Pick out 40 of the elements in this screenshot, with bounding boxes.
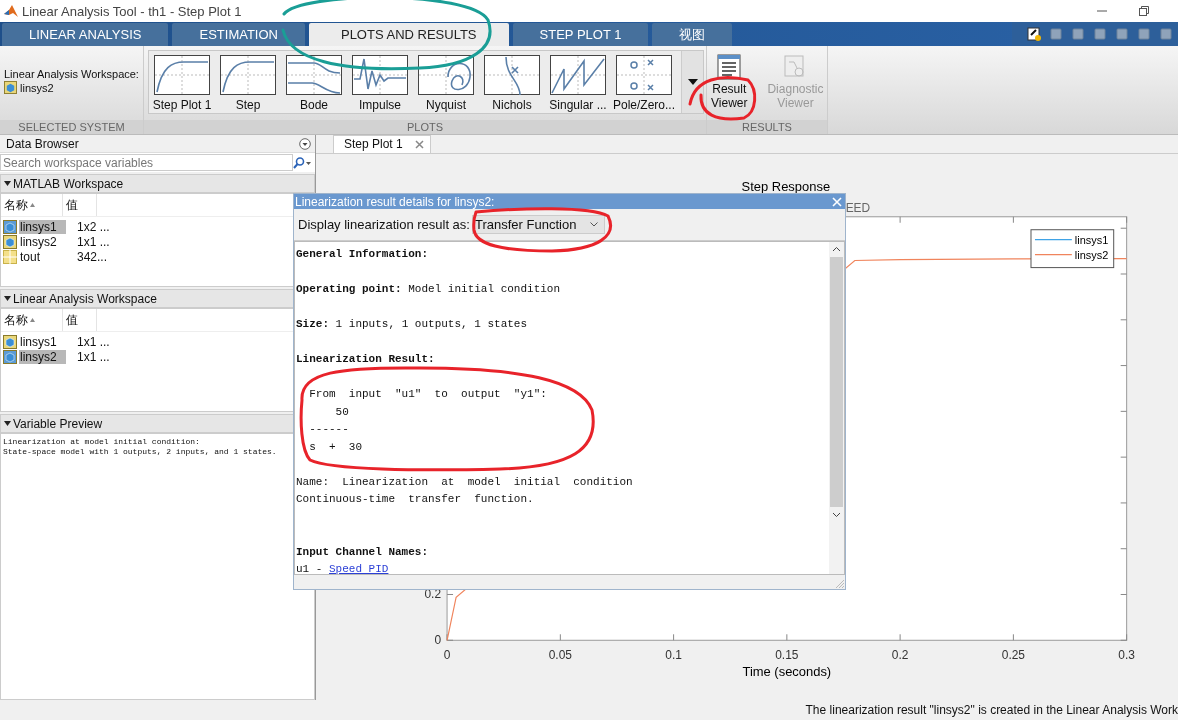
info-line: Size: 1 inputs, 1 outputs, 1 states [296, 318, 528, 330]
section-label: PLOTS [144, 120, 706, 134]
variable-value: 1x1 ... [77, 334, 110, 349]
legend-label: linsys2 [1074, 248, 1109, 261]
tick-label: 0.15 [775, 648, 799, 663]
variable-value: 1x1 ... [77, 349, 110, 364]
section-heading: Linearization Result: [296, 353, 435, 365]
selected-system: linsys2 [20, 81, 54, 94]
tick-label: 0.05 [548, 648, 572, 663]
display-label: Display linearization result as: [298, 217, 470, 232]
tick-label: 0 [443, 648, 451, 663]
dialog-title: Linearization result details for linsys2: [295, 194, 495, 209]
section-label: SELECTED SYSTEM [0, 120, 143, 134]
window-title: Linear Analysis Tool - th1 - Step Plot 1 [22, 3, 242, 19]
preview-text: Linearization at model initial condition: [3, 437, 201, 447]
legend-label: linsys1 [1074, 233, 1109, 246]
preview-text: State-space model with 1 outputs, 2 inputs, and 1 states. [3, 447, 278, 457]
tick-label: 0.2 [891, 648, 909, 663]
tick-label: 0 [434, 633, 442, 648]
status-message: The linearization result "linsys2" is created in the Linear Analysis Work [805, 703, 1178, 717]
axis-label: Time (seconds) [742, 664, 832, 680]
section-heading: Input Channel Names: [296, 545, 429, 558]
channel-line: u1 - Speed PID [296, 563, 389, 574]
axes-text: EED [845, 200, 871, 215]
variable-value: 342... [77, 249, 108, 264]
tick-label: 0.3 [1118, 648, 1135, 663]
result-text: Continuous-time transfer function. [296, 493, 534, 505]
variable-value: 1x1 ... [77, 234, 110, 249]
result-text: s + 30 [308, 440, 362, 453]
panel-title: Data Browser [6, 136, 79, 151]
workspace-label: Linear Analysis Workspace: [4, 68, 140, 80]
section-label: RESULTS [707, 120, 827, 134]
tick-label: 0.1 [665, 648, 682, 663]
tick-label: 0.25 [1001, 648, 1025, 663]
variable-value: 1x2 ... [77, 219, 110, 234]
result-text: From input "u1" to output "y1": [308, 388, 547, 400]
result-text: 50 [334, 405, 349, 418]
result-text: Name: Linearization at model initial condition [296, 475, 633, 488]
section-heading: General Information: [296, 248, 429, 260]
chart-title: Step Response [741, 178, 831, 194]
